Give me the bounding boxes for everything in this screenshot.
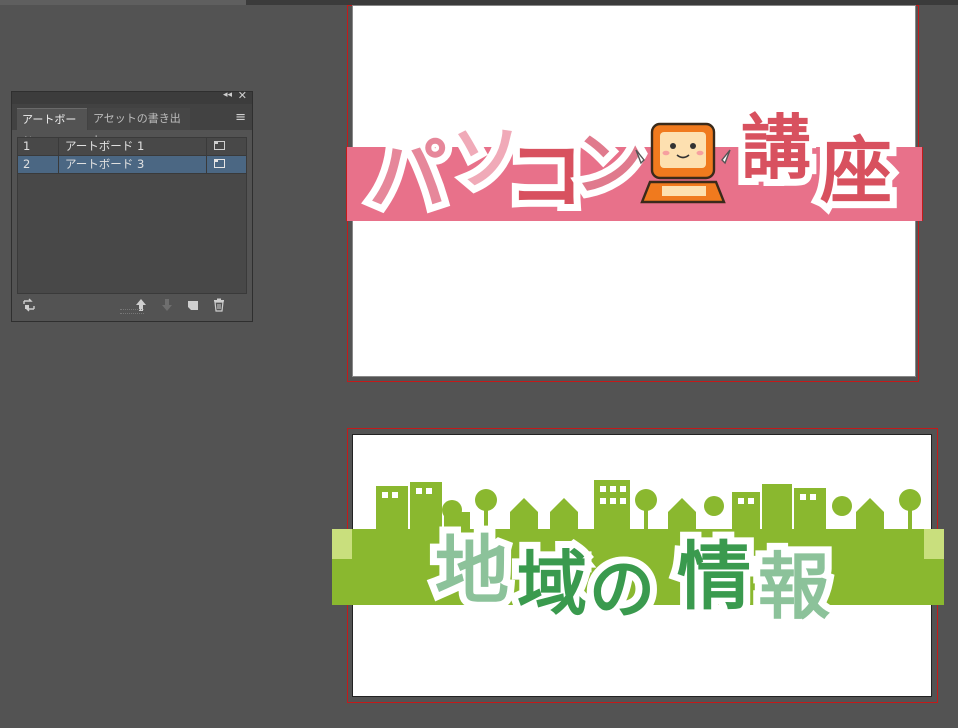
collapse-icon[interactable]: ◂◂ (223, 90, 232, 100)
panel-menu-icon[interactable]: ≡ (235, 110, 246, 125)
artboard-options-icon[interactable] (214, 141, 225, 150)
artboard-options-icon[interactable] (214, 159, 225, 168)
close-icon[interactable]: ✕ (238, 89, 247, 102)
new-artboard-icon[interactable] (186, 298, 200, 312)
rearrange-icon[interactable] (22, 298, 36, 312)
panel-titlebar[interactable]: ◂◂ ✕ (12, 89, 252, 104)
banner-char: 域 (517, 543, 587, 625)
artboards-panel: ◂◂ ✕ アートボード アセットの書き出し ≡ 1 アートボード 1 2 アート… (11, 89, 253, 322)
banner-char: コ (508, 131, 584, 220)
artboard-list: 1 アートボード 1 2 アートボード 3 (17, 137, 247, 294)
banner-char: の (589, 551, 655, 628)
panel-tabs: アートボード アセットの書き出し ≡ (12, 104, 252, 148)
divider (58, 138, 59, 155)
banner-char: 情 (677, 534, 751, 620)
artboard-1-artwork[interactable]: パ ソ コ ン 講 座 (346, 90, 926, 230)
artboard-number: 1 (23, 139, 31, 153)
artboard-number: 2 (23, 157, 31, 171)
banner-char: 座 (820, 129, 892, 213)
artboard-3-artwork[interactable]: 地 域 の 情 報 (332, 478, 944, 638)
banner-char: 講 (741, 107, 811, 189)
banner-char: パ (369, 131, 447, 221)
panel-footer (12, 296, 252, 316)
divider (206, 138, 207, 155)
town-skyline-icon (376, 480, 921, 529)
banner-char: 地 (435, 528, 509, 614)
artboard-row[interactable]: 1 アートボード 1 (18, 138, 246, 156)
artboard-name: アートボード 3 (65, 157, 145, 171)
move-down-icon[interactable] (160, 298, 174, 312)
banner-char: ン (574, 123, 644, 205)
tab-artboards[interactable]: アートボード (17, 108, 87, 148)
banner-char: 報 (758, 545, 830, 629)
resize-grip[interactable] (120, 309, 144, 314)
artboard-name: アートボード 1 (65, 139, 145, 153)
tab-asset-export[interactable]: アセットの書き出し (88, 108, 190, 147)
top-strip (0, 0, 246, 5)
divider (58, 156, 59, 173)
delete-icon[interactable] (212, 298, 226, 312)
artboard-row-selected[interactable]: 2 アートボード 3 (18, 156, 246, 174)
divider (206, 156, 207, 173)
